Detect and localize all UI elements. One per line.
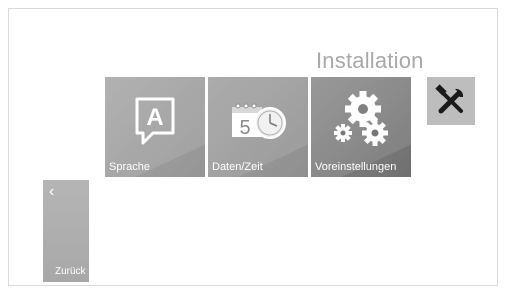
tools-icon	[435, 84, 464, 114]
page-title: Installation	[316, 48, 424, 73]
tile-daten-zeit[interactable]: 5 Daten/Zeit	[208, 77, 308, 177]
tools-button[interactable]	[427, 77, 475, 125]
tile-label-voreinstellungen: Voreinstellungen	[315, 161, 397, 173]
tile-label-sprache: Sprache	[109, 161, 150, 173]
chevron-left-icon: ‹	[49, 183, 55, 200]
tile-voreinstellungen[interactable]: Voreinstellungen	[311, 77, 411, 177]
back-button-label: Zurück	[55, 266, 86, 277]
tile-label-daten-zeit: Daten/Zeit	[212, 161, 263, 173]
calendar-clock-icon: 5	[208, 77, 308, 157]
tile-sprache[interactable]: A Sprache	[105, 77, 205, 177]
gears-icon	[311, 77, 411, 157]
calendar-day: 5	[239, 117, 250, 139]
language-letter-icon: A	[105, 77, 205, 157]
language-letter: A	[146, 104, 163, 131]
back-button[interactable]: ‹ Zurück	[43, 180, 89, 282]
